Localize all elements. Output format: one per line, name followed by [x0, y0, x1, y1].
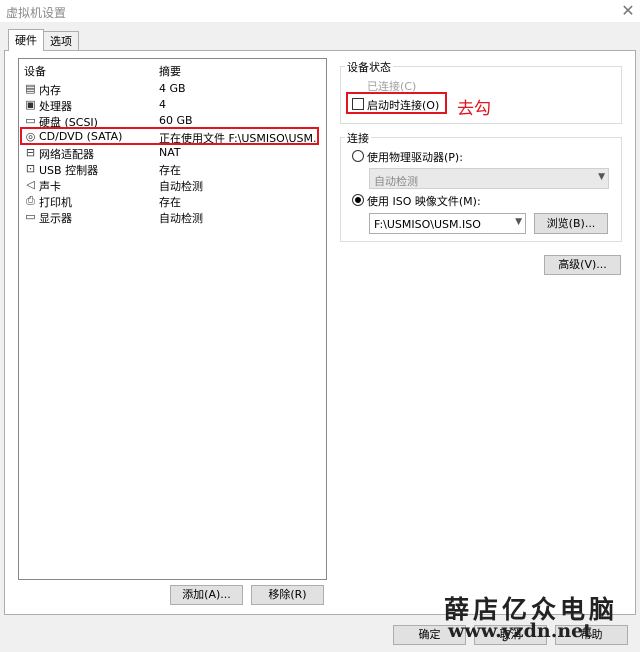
device-name: 打印机 — [39, 196, 72, 209]
list-header: 设备 摘要 — [19, 59, 326, 79]
remove-button[interactable]: 移除(R) — [251, 585, 324, 605]
device-row-memory[interactable]: ▤ 内存 4 GB — [19, 81, 326, 97]
close-icon[interactable]: ✕ — [616, 0, 640, 22]
iso-path-combobox[interactable]: F:\USMISO\USM.ISO ▼ — [369, 213, 526, 234]
physical-drive-radio[interactable] — [352, 150, 364, 162]
device-row-printer[interactable]: ⎙ 打印机 存在 — [19, 193, 326, 209]
device-name: USB 控制器 — [39, 164, 99, 177]
chevron-down-icon: ▼ — [598, 172, 605, 182]
title-bar — [0, 0, 640, 22]
device-row-network-adapter[interactable]: ⊟ 网络适配器 NAT — [19, 145, 326, 161]
watermark-url: www.yzdn.net — [448, 620, 592, 642]
tab-hardware[interactable]: 硬件 — [8, 29, 44, 51]
sound-card-icon: ◁ — [26, 178, 35, 191]
browse-button[interactable]: 浏览(B)... — [534, 213, 608, 234]
device-summary: 4 GB — [159, 82, 186, 95]
device-summary: NAT — [159, 146, 181, 159]
hard-disk-icon: ▭ — [25, 114, 36, 127]
device-name: 显示器 — [39, 212, 72, 225]
iso-file-radio[interactable] — [352, 194, 364, 206]
add-button[interactable]: 添加(A)... — [170, 585, 243, 605]
physical-drive-select: 自动检测 ▼ — [369, 168, 609, 189]
device-summary: 4 — [159, 98, 166, 111]
usb-icon: ⊡ — [25, 162, 36, 175]
power-on-highlight-box — [346, 92, 447, 114]
window-title: 虚拟机设置 — [6, 6, 67, 20]
device-row-sound-card[interactable]: ◁ 声卡 自动检测 — [19, 177, 326, 193]
device-summary: 60 GB — [159, 114, 193, 127]
memory-icon: ▤ — [25, 82, 36, 95]
tab-options[interactable]: 选项 — [43, 31, 79, 50]
header-summary[interactable]: 摘要 — [159, 63, 181, 79]
device-name: 网络适配器 — [39, 148, 94, 161]
connection-title: 连接 — [345, 130, 371, 146]
device-row-processor[interactable]: ▣ 处理器 4 — [19, 97, 326, 113]
annotation-text: 去勾 — [457, 99, 491, 119]
header-device[interactable]: 设备 — [24, 63, 46, 79]
device-name: 声卡 — [39, 180, 61, 193]
cd-dvd-highlight-box — [20, 127, 319, 145]
network-adapter-icon: ⊟ — [25, 146, 36, 159]
device-summary: 自动检测 — [159, 212, 203, 225]
advanced-button[interactable]: 高级(V)... — [544, 255, 621, 275]
processor-icon: ▣ — [25, 98, 36, 111]
iso-file-label[interactable]: 使用 ISO 映像文件(M): — [367, 193, 481, 209]
physical-drive-select-value: 自动检测 — [374, 175, 418, 188]
device-row-display[interactable]: ▭ 显示器 自动检测 — [19, 209, 326, 225]
device-summary: 存在 — [159, 164, 181, 177]
chevron-down-icon[interactable]: ▼ — [515, 217, 522, 227]
device-name: 处理器 — [39, 100, 72, 113]
device-name: 内存 — [39, 84, 61, 97]
physical-drive-label[interactable]: 使用物理驱动器(P): — [367, 149, 463, 165]
device-summary: 存在 — [159, 196, 181, 209]
device-row-usb[interactable]: ⊡ USB 控制器 存在 — [19, 161, 326, 177]
device-status-title: 设备状态 — [345, 59, 393, 75]
printer-icon: ⎙ — [26, 194, 35, 207]
display-icon: ▭ — [25, 210, 36, 223]
iso-path-value: F:\USMISO\USM.ISO — [374, 218, 481, 231]
device-summary: 自动检测 — [159, 180, 203, 193]
